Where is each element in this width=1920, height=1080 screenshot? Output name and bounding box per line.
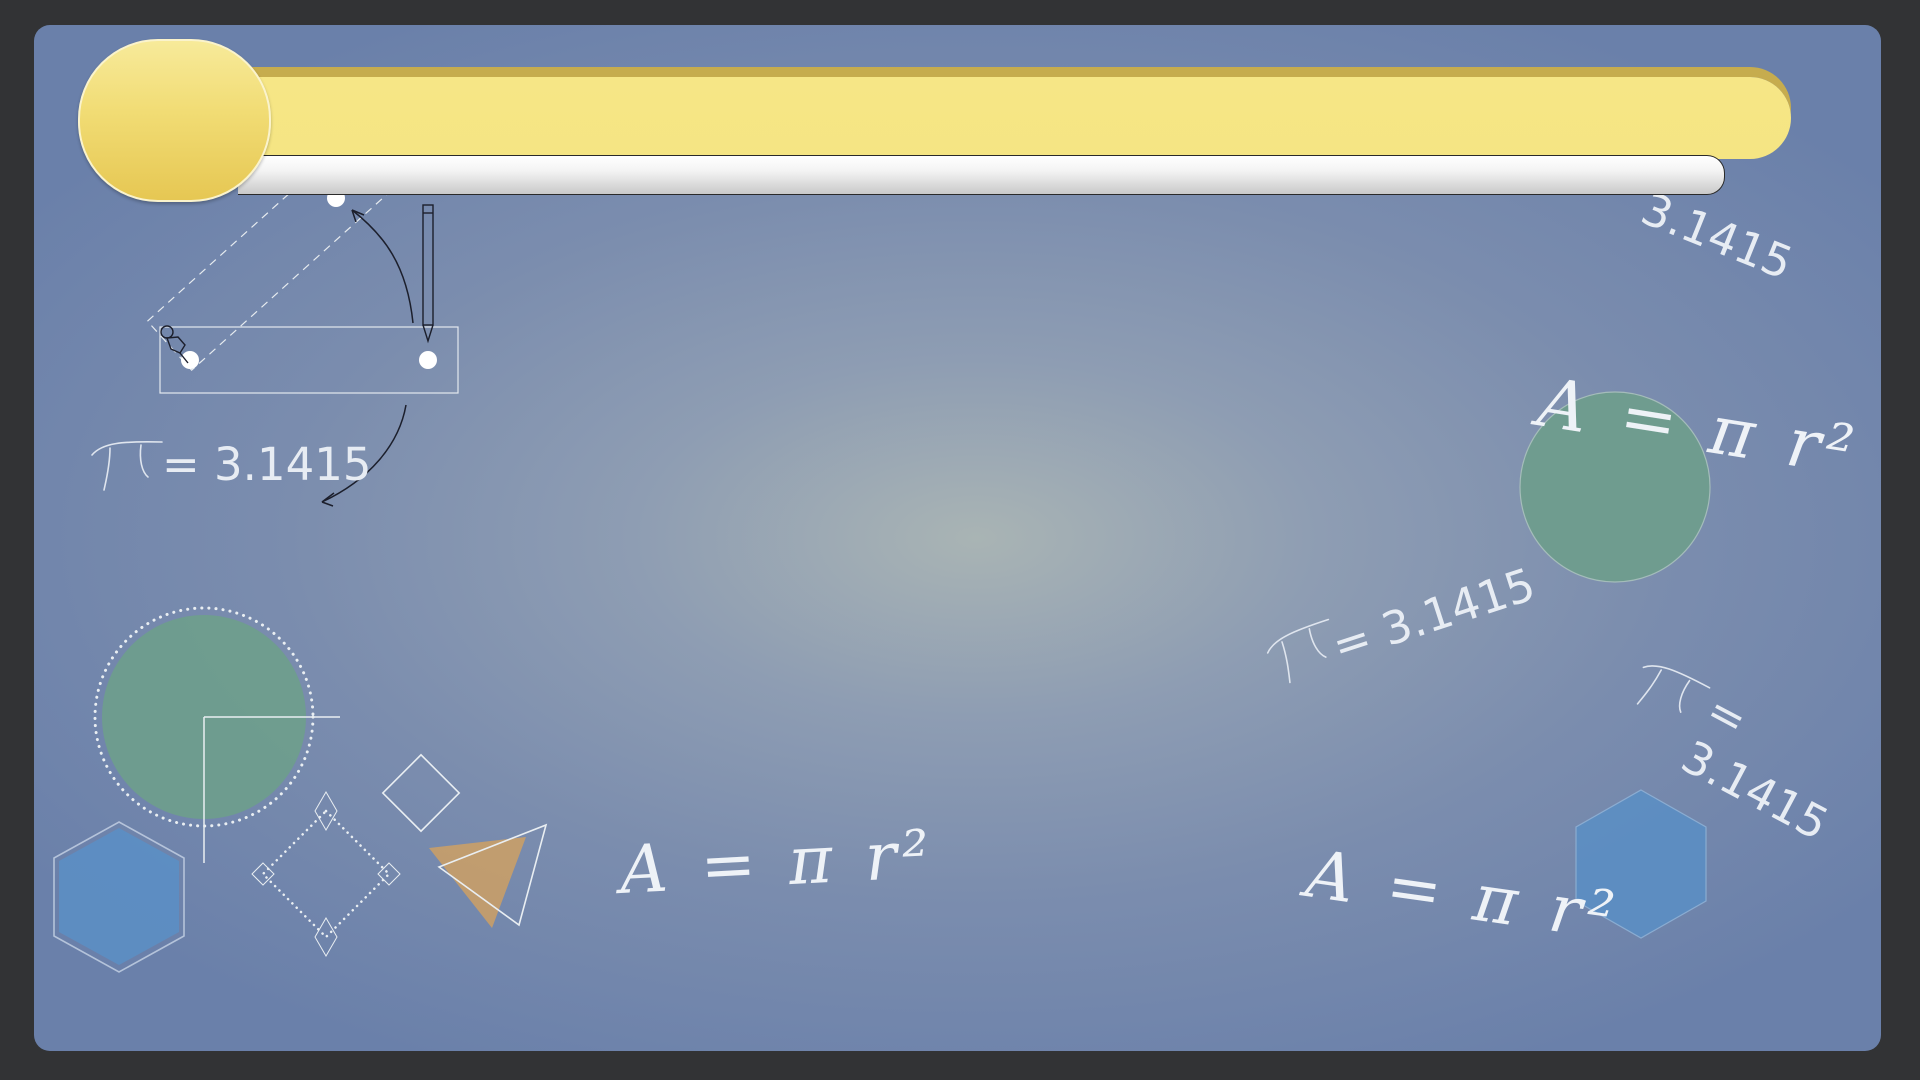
slide-canvas: = 3.1415 = 3.1415 = 3.1415 3.1415 A = π … [34,25,1881,1051]
title-banner [78,39,1853,224]
area-formula-center-text: A = π r² [617,815,937,909]
orange-triangle [429,837,526,928]
horizontal-rectangle [159,326,459,394]
hexagon-left [53,821,185,973]
area-formula-center: A = π r² [618,816,937,909]
banner-grey-bar [238,155,1725,195]
pencil-icon [422,204,434,344]
dotted-diamond [251,791,401,957]
rotation-point-left [181,351,199,369]
banner-yellow-bar [238,77,1791,159]
banner-knob [78,39,271,202]
pi-symbol-left [91,440,163,491]
pi-value-left-text: = 3.1415 [162,438,372,491]
pi-symbol-right [1636,665,1711,713]
diamond-outline [381,753,461,833]
pi-value-left: = 3.1415 [162,438,371,491]
rotation-point-right [419,351,437,369]
pin-icon [160,325,189,364]
